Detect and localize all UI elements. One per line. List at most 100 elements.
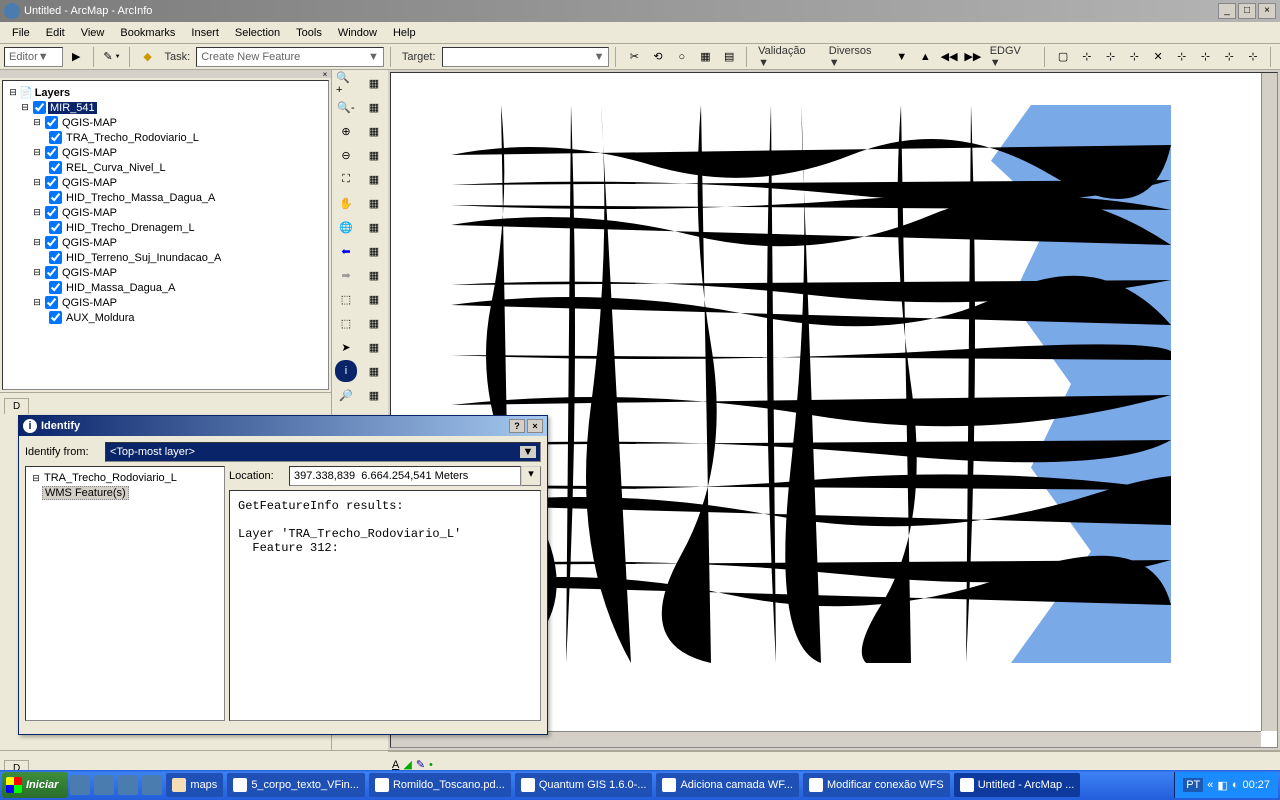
full-extent-icon[interactable]: ⛶	[335, 168, 357, 190]
vtool-4-icon[interactable]: ▦	[363, 144, 385, 166]
layers-root[interactable]: Layers	[33, 87, 72, 99]
group-name[interactable]: QGIS-MAP	[60, 207, 119, 219]
vtool-2-icon[interactable]: ▦	[363, 96, 385, 118]
attributes-icon[interactable]: ▦	[695, 46, 717, 68]
start-button[interactable]: Iniciar	[2, 772, 68, 798]
menu-window[interactable]: Window	[330, 25, 385, 41]
vtool-11-icon[interactable]: ▦	[363, 312, 385, 334]
up-arrow-icon[interactable]: ▲	[915, 46, 937, 68]
quicklaunch-app-icon[interactable]	[142, 775, 162, 795]
layer-name[interactable]: HID_Trecho_Drenagem_L	[64, 222, 197, 234]
edgv-dropdown[interactable]: EDGV ▼	[986, 45, 1039, 69]
layer-name[interactable]: HID_Massa_Dagua_A	[64, 282, 177, 294]
layer-checkbox[interactable]	[49, 311, 62, 324]
layer-checkbox[interactable]	[49, 131, 62, 144]
vtool-10-icon[interactable]: ▦	[363, 288, 385, 310]
group-name[interactable]: QGIS-MAP	[60, 177, 119, 189]
tray-icon-2[interactable]: ◐	[1232, 779, 1239, 791]
fixed-zoom-in-icon[interactable]: ⊕	[335, 120, 357, 142]
layer-checkbox[interactable]	[49, 281, 62, 294]
collapse-icon[interactable]: ⊟	[31, 117, 43, 128]
close-button[interactable]: ×	[1258, 3, 1276, 19]
collapse-icon[interactable]: ⊟	[31, 147, 43, 158]
diversos-dropdown[interactable]: Diversos ▼	[825, 45, 889, 69]
group-name[interactable]: QGIS-MAP	[60, 147, 119, 159]
menu-insert[interactable]: Insert	[183, 25, 227, 41]
find-icon[interactable]: 🔎	[335, 384, 357, 406]
identify-icon[interactable]: i	[335, 360, 357, 382]
menu-edit[interactable]: Edit	[38, 25, 73, 41]
forward-nav-icon[interactable]: ➡	[335, 264, 357, 286]
identify-close-button[interactable]: ×	[527, 419, 543, 433]
group-name[interactable]: QGIS-MAP	[60, 237, 119, 249]
clock[interactable]: 00:27	[1242, 779, 1270, 791]
layer-checkbox[interactable]	[45, 296, 58, 309]
collapse-icon[interactable]: ⊟	[19, 102, 31, 113]
tool-f-icon[interactable]: ⊹	[1171, 46, 1193, 68]
globe-icon[interactable]: 🌐	[335, 216, 357, 238]
cut-icon[interactable]: ✂	[623, 46, 645, 68]
toc-close-icon[interactable]: ×	[319, 70, 331, 78]
collapse-icon[interactable]: ⊟	[31, 177, 43, 188]
pointer-icon[interactable]: ➤	[335, 336, 357, 358]
vtool-6-icon[interactable]: ▦	[363, 192, 385, 214]
collapse-icon[interactable]: ⊟	[31, 207, 43, 218]
dataframe-name[interactable]: MIR_541	[48, 102, 97, 114]
edit-tool-icon[interactable]: ▶	[65, 46, 87, 68]
menu-view[interactable]: View	[73, 25, 113, 41]
layer-checkbox[interactable]	[49, 191, 62, 204]
tool-c-icon[interactable]: ⊹	[1100, 46, 1122, 68]
layer-checkbox[interactable]	[33, 101, 46, 114]
task-item[interactable]: Untitled - ArcMap ...	[954, 773, 1081, 797]
circle-icon[interactable]: ○	[671, 46, 693, 68]
menu-help[interactable]: Help	[385, 25, 424, 41]
tool-g-icon[interactable]: ⊹	[1195, 46, 1217, 68]
collapse-icon[interactable]: ⊟	[7, 87, 19, 98]
toc-display-tab[interactable]: D	[4, 398, 29, 414]
lang-indicator[interactable]: PT	[1183, 778, 1203, 792]
system-tray[interactable]: PT « ◧ ◐ 00:27	[1174, 772, 1278, 798]
vtool-12-icon[interactable]: ▦	[363, 336, 385, 358]
fixed-zoom-out-icon[interactable]: ⊖	[335, 144, 357, 166]
maximize-button[interactable]: □	[1238, 3, 1256, 19]
rotate-icon[interactable]: ⟲	[647, 46, 669, 68]
vtool-14-icon[interactable]: ▦	[363, 384, 385, 406]
menu-tools[interactable]: Tools	[288, 25, 330, 41]
validacao-dropdown[interactable]: Validação ▼	[754, 45, 823, 69]
task-item[interactable]: Adiciona camada WF...	[656, 773, 799, 797]
rewind-icon[interactable]: ◀◀	[938, 46, 960, 68]
marker-color-icon[interactable]: •	[429, 759, 433, 771]
sketch-tool-icon[interactable]: ✎	[101, 46, 123, 68]
vtool-3-icon[interactable]: ▦	[363, 120, 385, 142]
menu-bookmarks[interactable]: Bookmarks	[112, 25, 183, 41]
location-options-icon[interactable]: ▾	[521, 466, 541, 486]
location-field[interactable]	[289, 466, 521, 486]
collapse-icon[interactable]: ⊟	[30, 473, 42, 484]
layer-tree[interactable]: ⊟📄 Layers ⊟MIR_541 ⊟QGIS-MAP TRA_Trecho_…	[2, 80, 329, 390]
layer-name[interactable]: TRA_Trecho_Rodoviario_L	[64, 132, 201, 144]
collapse-icon[interactable]: ⊟	[31, 297, 43, 308]
collapse-icon[interactable]: ⊟	[31, 237, 43, 248]
layer-name[interactable]: REL_Curva_Nivel_L	[64, 162, 168, 174]
group-name[interactable]: QGIS-MAP	[60, 297, 119, 309]
tool-b-icon[interactable]: ⊹	[1076, 46, 1098, 68]
group-name[interactable]: QGIS-MAP	[60, 267, 119, 279]
quicklaunch-ie-icon[interactable]	[70, 775, 90, 795]
task-item[interactable]: 5_corpo_texto_VFin...	[227, 773, 365, 797]
identify-tree-child[interactable]: WMS Feature(s)	[42, 486, 129, 500]
editor-dropdown[interactable]: Editor ▼	[4, 47, 63, 67]
collapse-icon[interactable]: ⊟	[31, 267, 43, 278]
group-name[interactable]: QGIS-MAP	[60, 117, 119, 129]
tool-h-icon[interactable]: ⊹	[1218, 46, 1240, 68]
task-item[interactable]: Quantum GIS 1.6.0-...	[515, 773, 653, 797]
layer-name[interactable]: HID_Trecho_Massa_Dagua_A	[64, 192, 217, 204]
layer-checkbox[interactable]	[49, 161, 62, 174]
layer-checkbox[interactable]	[45, 146, 58, 159]
target-combo[interactable]: ▼	[442, 47, 610, 67]
layer-name[interactable]: AUX_Moldura	[64, 312, 136, 324]
identify-tree[interactable]: ⊟TRA_Trecho_Rodoviario_L WMS Feature(s)	[25, 466, 225, 721]
layer-checkbox[interactable]	[45, 116, 58, 129]
vtool-5-icon[interactable]: ▦	[363, 168, 385, 190]
tool-e-icon[interactable]: ✕	[1147, 46, 1169, 68]
identify-titlebar[interactable]: i Identify ? ×	[19, 416, 547, 436]
